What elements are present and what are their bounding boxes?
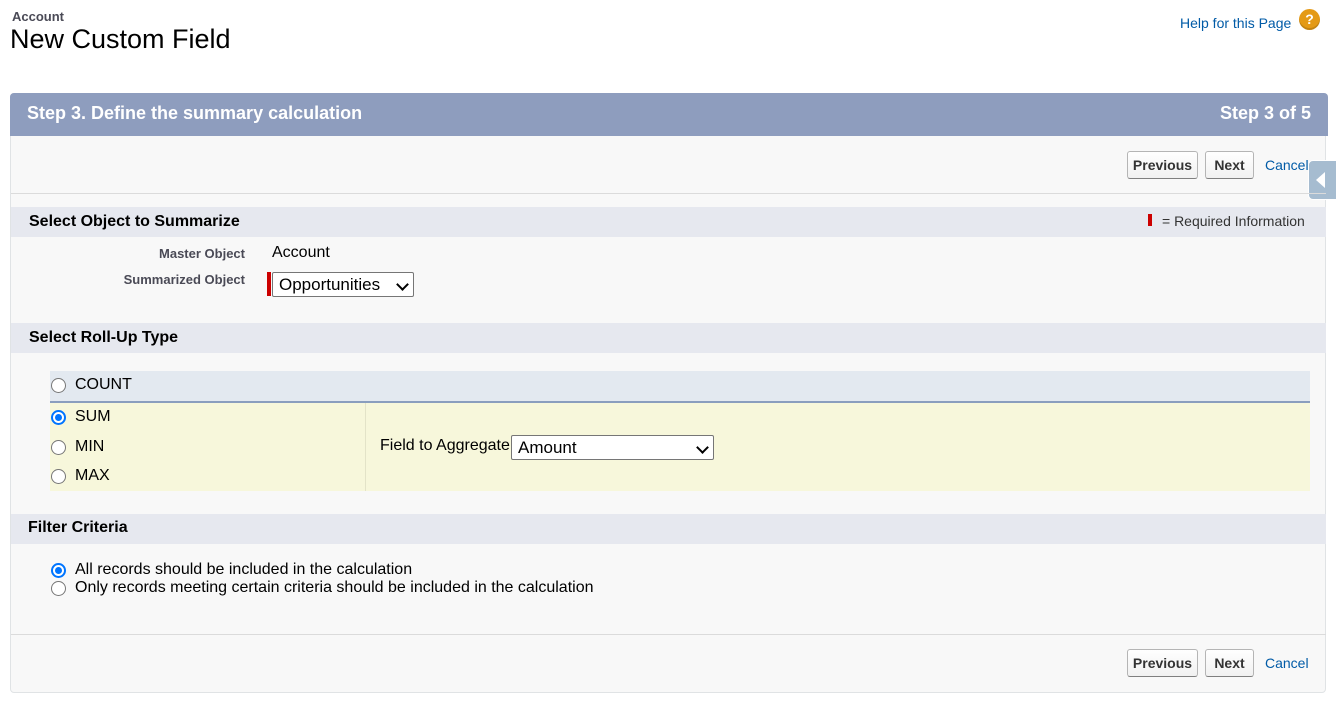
section-header-filter (11, 514, 1326, 544)
field-to-aggregate-select[interactable]: Amount (511, 435, 714, 460)
required-info-legend: = Required Information (1162, 213, 1305, 229)
question-circle-icon[interactable]: ? (1299, 9, 1320, 30)
radio-count[interactable] (51, 378, 66, 393)
radio-max[interactable] (51, 469, 66, 484)
next-button-top[interactable]: Next (1205, 151, 1254, 179)
radio-criteria-records-label: Only records meeting certain criteria sh… (75, 579, 594, 596)
summarized-object-value: Opportunities (279, 275, 381, 294)
radio-max-label: MAX (75, 467, 110, 484)
field-to-aggregate-value: Amount (518, 438, 577, 457)
divider (11, 193, 1326, 194)
required-marker-icon (1148, 214, 1152, 226)
master-object-value: Account (272, 244, 330, 261)
radio-sum[interactable] (51, 410, 66, 425)
radio-all-records[interactable] (51, 563, 66, 578)
collapse-arrow-icon (1316, 172, 1325, 188)
chevron-down-icon (696, 441, 709, 454)
field-to-aggregate-label: Field to Aggregate (380, 437, 510, 454)
radio-criteria-records[interactable] (51, 581, 66, 596)
cancel-link-top[interactable]: Cancel (1265, 157, 1309, 173)
count-option-row (50, 371, 1310, 403)
radio-count-label: COUNT (75, 376, 132, 393)
radio-sum-label: SUM (75, 408, 111, 425)
divider (11, 634, 1326, 635)
radio-all-records-label: All records should be included in the ca… (75, 561, 413, 578)
section-header-rollup (11, 323, 1326, 353)
previous-button-top[interactable]: Previous (1127, 151, 1198, 179)
object-label: Account (12, 9, 64, 24)
page-title: New Custom Field (10, 24, 231, 54)
help-link[interactable]: Help for this Page (1180, 15, 1291, 31)
master-object-label: Master Object (159, 246, 245, 261)
required-marker-icon (267, 272, 271, 296)
section-title-object: Select Object to Summarize (29, 213, 240, 230)
section-title-rollup: Select Roll-Up Type (29, 329, 179, 346)
next-button-bottom[interactable]: Next (1205, 649, 1254, 677)
section-title-filter: Filter Criteria (28, 519, 128, 536)
previous-button-bottom[interactable]: Previous (1127, 649, 1198, 677)
summarized-object-label: Summarized Object (123, 272, 245, 287)
step-title: Step 3. Define the summary calculation (27, 103, 363, 123)
cancel-link-bottom[interactable]: Cancel (1265, 655, 1309, 671)
chevron-down-icon (396, 278, 409, 291)
radio-min-label: MIN (75, 438, 105, 455)
radio-min[interactable] (51, 440, 66, 455)
step-count: Step 3 of 5 (1220, 103, 1312, 123)
divider (365, 403, 366, 491)
summarized-object-select[interactable]: Opportunities (272, 272, 414, 297)
